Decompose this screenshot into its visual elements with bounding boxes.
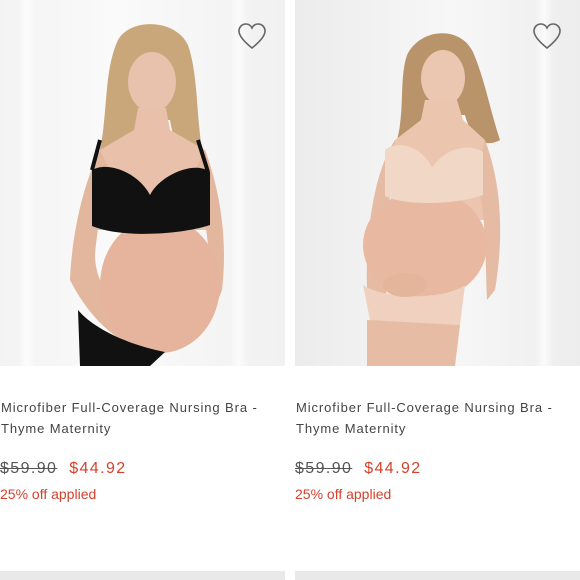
original-price: $59.90 bbox=[0, 460, 58, 477]
product-title[interactable]: Microfiber Full-Coverage Nursing Bra - T… bbox=[296, 397, 580, 439]
next-product-image[interactable] bbox=[0, 571, 285, 580]
product-title-line-1[interactable]: Microfiber Full-Coverage Nursing Bra - bbox=[296, 397, 580, 418]
product-title-line-2[interactable]: Thyme Maternity bbox=[1, 418, 285, 439]
sale-price: $44.92 bbox=[364, 460, 422, 477]
product-title-line-2[interactable]: Thyme Maternity bbox=[296, 418, 580, 439]
discount-label: 25% off applied bbox=[295, 486, 392, 502]
sale-price: $44.92 bbox=[69, 460, 127, 477]
original-price: $59.90 bbox=[295, 460, 353, 477]
heart-outline-icon[interactable] bbox=[532, 22, 562, 52]
heart-outline-icon[interactable] bbox=[237, 22, 267, 52]
product-title-line-1[interactable]: Microfiber Full-Coverage Nursing Bra - bbox=[1, 397, 285, 418]
product-image[interactable] bbox=[0, 0, 285, 366]
discount-label: 25% off applied bbox=[0, 486, 97, 502]
model-photo bbox=[70, 24, 225, 366]
product-card[interactable]: Microfiber Full-Coverage Nursing Bra - T… bbox=[295, 0, 580, 502]
product-card[interactable]: Microfiber Full-Coverage Nursing Bra - T… bbox=[0, 0, 285, 502]
price-row: $59.90 $44.92 bbox=[295, 460, 580, 482]
product-title[interactable]: Microfiber Full-Coverage Nursing Bra - T… bbox=[1, 397, 285, 439]
price-row: $59.90 $44.92 bbox=[0, 460, 285, 482]
model-photo bbox=[363, 33, 501, 366]
product-image[interactable] bbox=[295, 0, 580, 366]
next-product-image[interactable] bbox=[295, 571, 580, 580]
